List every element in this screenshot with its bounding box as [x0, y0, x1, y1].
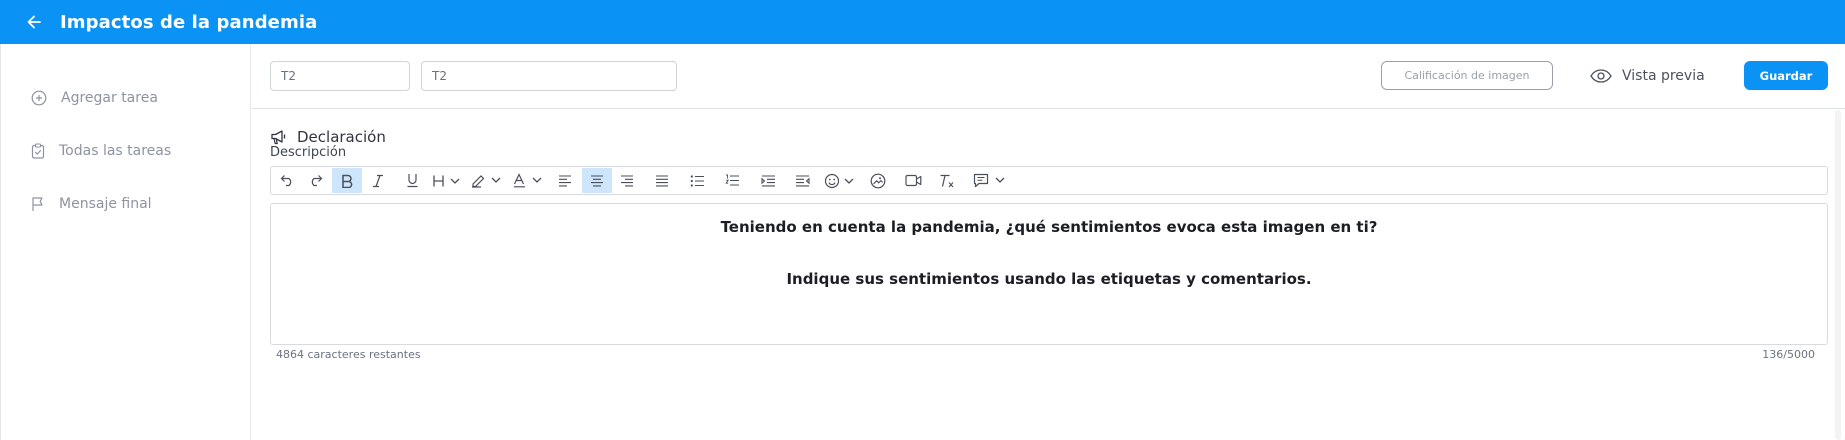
page-title: Impactos de la pandemia [60, 11, 318, 33]
undo-icon[interactable] [274, 168, 300, 193]
clear-format-icon[interactable] [934, 168, 960, 193]
align-left-icon[interactable] [552, 168, 578, 193]
align-center-icon[interactable] [582, 168, 612, 193]
task-toolbar: Calificación de imagen Vista previa Guar… [252, 44, 1845, 109]
editor-toolbar [270, 166, 1828, 195]
save-button[interactable]: Guardar [1744, 61, 1828, 90]
video-icon[interactable] [900, 168, 926, 193]
plus-circle-icon [31, 90, 47, 106]
sidebar-item-all-tasks[interactable]: Todas las tareas [31, 139, 171, 163]
megaphone-icon [271, 130, 286, 145]
align-right-icon[interactable] [614, 168, 640, 193]
main-panel: Calificación de imagen Vista previa Guar… [252, 44, 1845, 440]
statement-title: Declaración [297, 128, 386, 146]
heading-dropdown-icon[interactable] [431, 168, 465, 193]
underline-icon[interactable] [399, 168, 425, 193]
description-editor[interactable]: Teniendo en cuenta la pandemia, ¿qué sen… [270, 203, 1828, 345]
align-justify-icon[interactable] [649, 168, 675, 193]
description-label: Descripción [270, 145, 347, 160]
task-code-field[interactable] [270, 61, 410, 91]
flag-icon [32, 197, 43, 211]
statement-heading: Declaración [270, 128, 386, 146]
sidebar: Agregar tarea Todas las tareas Mensaje f… [0, 44, 251, 440]
preview-label: Vista previa [1622, 67, 1705, 84]
task-name-field[interactable] [421, 61, 677, 91]
sidebar-item-add-task[interactable]: Agregar tarea [31, 86, 158, 110]
preview-button[interactable]: Vista previa [1590, 61, 1705, 90]
clipboard-check-icon [31, 143, 45, 159]
sidebar-item-label: Agregar tarea [61, 90, 158, 106]
emoji-dropdown-icon[interactable] [823, 168, 859, 193]
highlight-dropdown-icon[interactable] [469, 168, 505, 193]
sidebar-item-label: Mensaje final [59, 196, 152, 212]
image-icon[interactable] [865, 168, 891, 193]
outdent-icon[interactable] [789, 168, 815, 193]
italic-icon[interactable] [365, 168, 391, 193]
redo-icon[interactable] [302, 168, 328, 193]
chars-remaining: 4864 caracteres restantes [276, 348, 421, 361]
char-count: 136/5000 [1762, 348, 1815, 361]
sidebar-item-final-message[interactable]: Mensaje final [31, 192, 152, 216]
comment-dropdown-icon[interactable] [972, 168, 1010, 193]
font-color-dropdown-icon[interactable] [511, 168, 547, 193]
bullet-list-icon[interactable] [684, 168, 710, 193]
scrollbar[interactable] [1835, 110, 1841, 440]
sidebar-item-label: Todas las tareas [59, 143, 172, 159]
indent-icon[interactable] [755, 168, 781, 193]
image-rating-button[interactable]: Calificación de imagen [1381, 61, 1553, 90]
editor-paragraph: Indique sus sentimientos usando las etiq… [786, 270, 1312, 288]
bold-icon[interactable] [332, 168, 362, 193]
editor-paragraph: Teniendo en cuenta la pandemia, ¿qué sen… [720, 218, 1378, 236]
eye-icon [1590, 68, 1612, 83]
top-bar: Impactos de la pandemia [0, 0, 1845, 44]
numbered-list-icon[interactable] [719, 168, 745, 193]
back-arrow-icon[interactable] [24, 12, 44, 32]
